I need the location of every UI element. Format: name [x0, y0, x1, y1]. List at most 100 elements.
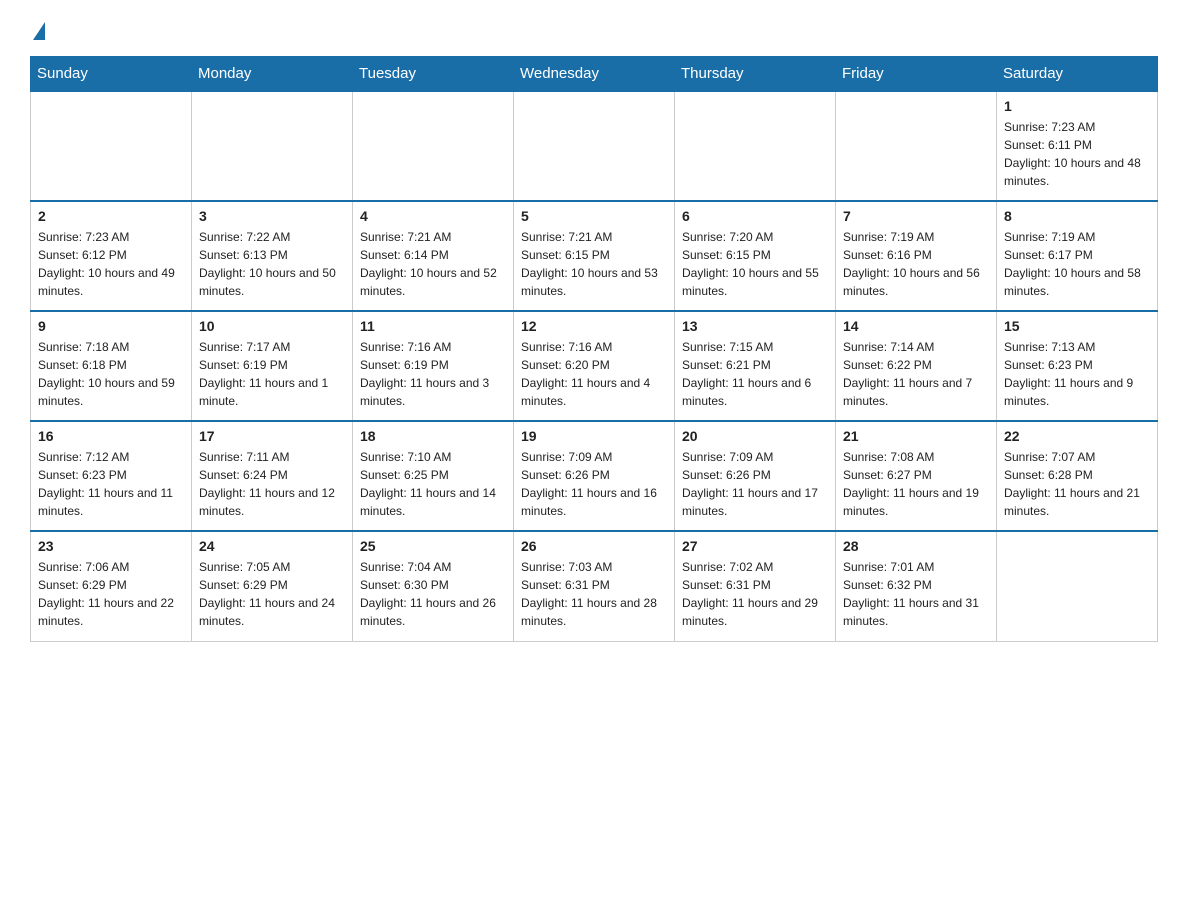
day-number: 4	[360, 208, 506, 224]
day-info: Sunrise: 7:18 AM Sunset: 6:18 PM Dayligh…	[38, 338, 184, 410]
calendar-cell: 22 Sunrise: 7:07 AM Sunset: 6:28 PM Dayli…	[997, 421, 1158, 531]
calendar-cell: 14 Sunrise: 7:14 AM Sunset: 6:22 PM Dayli…	[836, 311, 997, 421]
day-number: 26	[521, 538, 667, 554]
day-number: 23	[38, 538, 184, 554]
calendar-cell: 3 Sunrise: 7:22 AM Sunset: 6:13 PM Daylig…	[192, 201, 353, 311]
day-number: 22	[1004, 428, 1150, 444]
calendar-cell: 8 Sunrise: 7:19 AM Sunset: 6:17 PM Daylig…	[997, 201, 1158, 311]
calendar-header-wednesday: Wednesday	[514, 57, 675, 92]
day-number: 20	[682, 428, 828, 444]
day-info: Sunrise: 7:07 AM Sunset: 6:28 PM Dayligh…	[1004, 448, 1150, 520]
calendar-cell: 15 Sunrise: 7:13 AM Sunset: 6:23 PM Dayli…	[997, 311, 1158, 421]
day-info: Sunrise: 7:01 AM Sunset: 6:32 PM Dayligh…	[843, 558, 989, 630]
calendar-cell: 24 Sunrise: 7:05 AM Sunset: 6:29 PM Dayli…	[192, 531, 353, 641]
calendar-header-saturday: Saturday	[997, 57, 1158, 92]
day-info: Sunrise: 7:13 AM Sunset: 6:23 PM Dayligh…	[1004, 338, 1150, 410]
day-info: Sunrise: 7:19 AM Sunset: 6:17 PM Dayligh…	[1004, 228, 1150, 300]
calendar-cell	[836, 91, 997, 201]
calendar-cell	[514, 91, 675, 201]
day-info: Sunrise: 7:14 AM Sunset: 6:22 PM Dayligh…	[843, 338, 989, 410]
calendar-cell: 28 Sunrise: 7:01 AM Sunset: 6:32 PM Dayli…	[836, 531, 997, 641]
calendar-cell: 17Sunrise: 7:11 AM Sunset: 6:24 PM Dayli…	[192, 421, 353, 531]
calendar-cell	[31, 91, 192, 201]
day-info: Sunrise: 7:20 AM Sunset: 6:15 PM Dayligh…	[682, 228, 828, 300]
page-header	[30, 20, 1158, 38]
calendar-cell: 7 Sunrise: 7:19 AM Sunset: 6:16 PM Daylig…	[836, 201, 997, 311]
day-number: 8	[1004, 208, 1150, 224]
day-info: Sunrise: 7:09 AM Sunset: 6:26 PM Dayligh…	[682, 448, 828, 520]
calendar-cell: 18 Sunrise: 7:10 AM Sunset: 6:25 PM Dayli…	[353, 421, 514, 531]
day-number: 28	[843, 538, 989, 554]
calendar-cell	[353, 91, 514, 201]
calendar-cell: 21 Sunrise: 7:08 AM Sunset: 6:27 PM Dayli…	[836, 421, 997, 531]
calendar-cell: 9 Sunrise: 7:18 AM Sunset: 6:18 PM Daylig…	[31, 311, 192, 421]
week-row-1: 1 Sunrise: 7:23 AM Sunset: 6:11 PM Daylig…	[31, 91, 1158, 201]
calendar-cell	[675, 91, 836, 201]
day-info: Sunrise: 7:08 AM Sunset: 6:27 PM Dayligh…	[843, 448, 989, 520]
day-number: 13	[682, 318, 828, 334]
calendar-header-tuesday: Tuesday	[353, 57, 514, 92]
day-info: Sunrise: 7:09 AM Sunset: 6:26 PM Dayligh…	[521, 448, 667, 520]
day-number: 21	[843, 428, 989, 444]
day-info: Sunrise: 7:15 AM Sunset: 6:21 PM Dayligh…	[682, 338, 828, 410]
day-info: Sunrise: 7:22 AM Sunset: 6:13 PM Dayligh…	[199, 228, 345, 300]
day-info: Sunrise: 7:23 AM Sunset: 6:12 PM Dayligh…	[38, 228, 184, 300]
calendar-cell: 6 Sunrise: 7:20 AM Sunset: 6:15 PM Daylig…	[675, 201, 836, 311]
calendar-cell: 10Sunrise: 7:17 AM Sunset: 6:19 PM Dayli…	[192, 311, 353, 421]
day-number: 14	[843, 318, 989, 334]
logo	[30, 20, 45, 38]
calendar-cell: 20 Sunrise: 7:09 AM Sunset: 6:26 PM Dayli…	[675, 421, 836, 531]
day-info: Sunrise: 7:04 AM Sunset: 6:30 PM Dayligh…	[360, 558, 506, 630]
logo-arrow-icon	[33, 22, 45, 40]
calendar-header-thursday: Thursday	[675, 57, 836, 92]
day-number: 18	[360, 428, 506, 444]
day-number: 6	[682, 208, 828, 224]
calendar-cell: 2 Sunrise: 7:23 AM Sunset: 6:12 PM Daylig…	[31, 201, 192, 311]
day-info: Sunrise: 7:05 AM Sunset: 6:29 PM Dayligh…	[199, 558, 345, 630]
day-number: 7	[843, 208, 989, 224]
day-number: 1	[1004, 98, 1150, 114]
day-info: Sunrise: 7:03 AM Sunset: 6:31 PM Dayligh…	[521, 558, 667, 630]
day-number: 19	[521, 428, 667, 444]
day-number: 11	[360, 318, 506, 334]
day-info: Sunrise: 7:21 AM Sunset: 6:14 PM Dayligh…	[360, 228, 506, 300]
calendar-cell: 12 Sunrise: 7:16 AM Sunset: 6:20 PM Dayli…	[514, 311, 675, 421]
calendar-cell: 23 Sunrise: 7:06 AM Sunset: 6:29 PM Dayli…	[31, 531, 192, 641]
day-number: 25	[360, 538, 506, 554]
day-number: 2	[38, 208, 184, 224]
day-info: Sunrise: 7:17 AM Sunset: 6:19 PM Dayligh…	[199, 338, 345, 410]
week-row-2: 2 Sunrise: 7:23 AM Sunset: 6:12 PM Daylig…	[31, 201, 1158, 311]
calendar-cell	[192, 91, 353, 201]
week-row-4: 16 Sunrise: 7:12 AM Sunset: 6:23 PM Dayli…	[31, 421, 1158, 531]
day-number: 12	[521, 318, 667, 334]
day-number: 5	[521, 208, 667, 224]
calendar-cell: 11 Sunrise: 7:16 AM Sunset: 6:19 PM Dayli…	[353, 311, 514, 421]
calendar-cell: 13 Sunrise: 7:15 AM Sunset: 6:21 PM Dayli…	[675, 311, 836, 421]
calendar-cell: 27Sunrise: 7:02 AM Sunset: 6:31 PM Dayli…	[675, 531, 836, 641]
calendar-cell: 25 Sunrise: 7:04 AM Sunset: 6:30 PM Dayli…	[353, 531, 514, 641]
calendar-table: SundayMondayTuesdayWednesdayThursdayFrid…	[30, 56, 1158, 642]
calendar-header-sunday: Sunday	[31, 57, 192, 92]
day-number: 27	[682, 538, 828, 554]
day-info: Sunrise: 7:21 AM Sunset: 6:15 PM Dayligh…	[521, 228, 667, 300]
day-number: 16	[38, 428, 184, 444]
day-info: Sunrise: 7:19 AM Sunset: 6:16 PM Dayligh…	[843, 228, 989, 300]
day-info: Sunrise: 7:12 AM Sunset: 6:23 PM Dayligh…	[38, 448, 184, 520]
day-info: Sunrise: 7:06 AM Sunset: 6:29 PM Dayligh…	[38, 558, 184, 630]
day-number: 24	[199, 538, 345, 554]
day-info: Sunrise: 7:23 AM Sunset: 6:11 PM Dayligh…	[1004, 118, 1150, 190]
day-number: 3	[199, 208, 345, 224]
day-info: Sunrise: 7:10 AM Sunset: 6:25 PM Dayligh…	[360, 448, 506, 520]
week-row-3: 9 Sunrise: 7:18 AM Sunset: 6:18 PM Daylig…	[31, 311, 1158, 421]
calendar-header-row: SundayMondayTuesdayWednesdayThursdayFrid…	[31, 57, 1158, 92]
day-number: 15	[1004, 318, 1150, 334]
calendar-header-monday: Monday	[192, 57, 353, 92]
week-row-5: 23 Sunrise: 7:06 AM Sunset: 6:29 PM Dayli…	[31, 531, 1158, 641]
calendar-header-friday: Friday	[836, 57, 997, 92]
calendar-cell: 1 Sunrise: 7:23 AM Sunset: 6:11 PM Daylig…	[997, 91, 1158, 201]
day-info: Sunrise: 7:16 AM Sunset: 6:20 PM Dayligh…	[521, 338, 667, 410]
day-number: 9	[38, 318, 184, 334]
calendar-cell: 26 Sunrise: 7:03 AM Sunset: 6:31 PM Dayli…	[514, 531, 675, 641]
day-info: Sunrise: 7:16 AM Sunset: 6:19 PM Dayligh…	[360, 338, 506, 410]
calendar-cell: 16 Sunrise: 7:12 AM Sunset: 6:23 PM Dayli…	[31, 421, 192, 531]
